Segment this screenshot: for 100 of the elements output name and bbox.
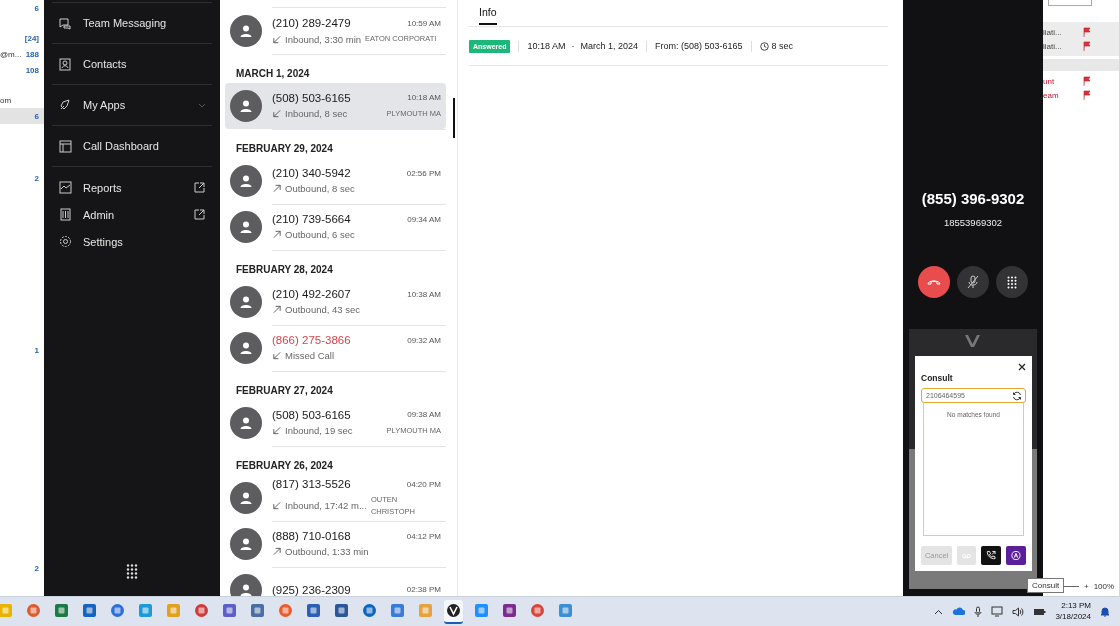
date-header: FEBRUARY 28, 2024: [235, 263, 334, 277]
nav-item[interactable]: My Apps: [52, 85, 212, 125]
zoom-in-button[interactable]: +: [1084, 582, 1089, 591]
call-time: 10:18 AM: [407, 93, 441, 103]
dialed-digits: 18553969302: [943, 217, 1003, 228]
call-time: 04:20 PM: [406, 479, 441, 489]
call-detail: Inbound, 8 sec: [285, 108, 348, 119]
nav-item[interactable]: Settings: [52, 228, 212, 255]
clock-date[interactable]: 3/18/2024: [1055, 611, 1091, 622]
call-detail: Outbound, 1:33 min: [285, 546, 369, 557]
transfer-call-button[interactable]: [981, 546, 1002, 565]
chat-bubbles-icon: [58, 15, 73, 31]
message-subject: unt: [1043, 76, 1055, 86]
call-item[interactable]: (210) 492-2607 10:38 AM Outbound, 43 sec: [225, 279, 446, 325]
message-subject: liati...: [1043, 27, 1062, 37]
phone-number: (210) 289-2479: [272, 17, 351, 30]
contact-card-icon: [58, 56, 73, 72]
phone-number: (508) 503-6165: [272, 408, 351, 421]
call-detail: Missed Call: [285, 350, 335, 361]
incoming-arrow-icon: [272, 500, 282, 511]
call-item[interactable]: (210) 340-5942 02:56 PM Outbound, 8 sec: [225, 158, 446, 204]
keypad-button[interactable]: [996, 266, 1028, 298]
outgoing-arrow-icon: [272, 183, 282, 194]
avatar-icon: [230, 15, 262, 47]
call-time: 10:18 AM: [527, 41, 566, 51]
hang-up-icon: [927, 278, 941, 286]
unread-count: 188: [25, 49, 39, 59]
speaker-icon[interactable]: [1012, 606, 1025, 617]
call-detail: Outbound, 8 sec: [285, 183, 355, 194]
nav-item[interactable]: Reports: [52, 174, 212, 201]
mute-button[interactable]: [957, 266, 989, 298]
scrollbar-thumb[interactable]: [453, 98, 455, 138]
date-header: MARCH 1, 2024: [235, 67, 311, 81]
clock-icon: [759, 41, 769, 51]
clock-time[interactable]: 2:13 PM: [1061, 601, 1091, 612]
settings-icon: [58, 234, 73, 249]
external-link-icon: [193, 181, 206, 194]
hang-up-button[interactable]: [918, 266, 950, 298]
nav-item[interactable]: Team Messaging: [52, 3, 212, 43]
unread-count: 1: [34, 345, 39, 355]
call-time: 04:12 PM: [406, 531, 441, 541]
chevron-down-icon: [198, 102, 206, 108]
incoming-arrow-icon: [272, 33, 282, 45]
avatar-icon: [230, 482, 262, 514]
nav-item[interactable]: Call Dashboard: [52, 126, 212, 166]
date-header: FEBRUARY 27, 2024: [235, 384, 334, 398]
unread-count: [24]: [24, 33, 39, 43]
chevron-up-icon[interactable]: [934, 608, 944, 615]
line-chart-icon: [58, 180, 73, 195]
dialog-title: Consult: [921, 373, 954, 383]
avatar-icon: [230, 286, 262, 318]
close-icon[interactable]: [1018, 363, 1026, 371]
consult-icon: [1011, 550, 1021, 561]
call-duration: 8 sec: [771, 41, 794, 51]
dialpad-icon[interactable]: [126, 564, 138, 579]
info-tab[interactable]: Info: [479, 0, 497, 25]
nav-item[interactable]: Contacts: [52, 44, 212, 84]
call-detail: Outbound, 6 sec: [285, 229, 355, 240]
row-text: @m...: [0, 49, 22, 59]
avatar-icon: [230, 407, 262, 439]
avatar-icon: [230, 90, 262, 122]
phone-number: (210) 492-2607: [272, 288, 351, 300]
nav-item[interactable]: Admin: [52, 201, 212, 228]
call-item[interactable]: (866) 275-3866 09:32 AM Missed Call: [225, 325, 446, 371]
refresh-icon[interactable]: [1012, 390, 1022, 401]
call-item[interactable]: (888) 710-0168 04:12 PM Outbound, 1:33 min: [225, 521, 446, 567]
phone-number: (210) 739-5664: [272, 213, 351, 225]
app-icon[interactable]: [444, 599, 463, 624]
row-text: om: [0, 95, 12, 105]
call-item[interactable]: (210) 739-5664 09:34 AM Outbound, 6 sec: [225, 204, 446, 250]
message-subject: liati...: [1043, 41, 1062, 51]
phone-number: (508) 503-6165: [272, 91, 351, 104]
unread-count: 6: [34, 3, 39, 13]
incoming-arrow-icon: [272, 108, 282, 119]
call-time: 09:38 AM: [407, 410, 441, 420]
call-detail: Inbound, 17:42 m...: [285, 500, 367, 511]
outgoing-arrow-icon: [272, 229, 282, 240]
avatar-icon: [230, 211, 262, 243]
cloud-icon[interactable]: [952, 607, 966, 616]
call-time: 09:34 AM: [407, 214, 441, 224]
microphone-icon[interactable]: [974, 605, 983, 618]
call-time: 02:38 PM: [406, 585, 441, 594]
consult-button[interactable]: [1006, 546, 1026, 565]
date-header: FEBRUARY 26, 2024: [235, 459, 334, 473]
call-detail: Outbound, 43 sec: [285, 304, 360, 315]
battery-icon[interactable]: [1033, 607, 1047, 616]
incoming-arrow-icon: [272, 350, 282, 361]
flag-icon[interactable]: [1083, 27, 1091, 37]
unread-count: 108: [25, 65, 39, 75]
phone-number: (817) 313-5526: [272, 478, 351, 491]
unread-count: 6: [34, 111, 39, 121]
notification-bell-icon[interactable]: [1100, 606, 1110, 617]
flag-icon[interactable]: [1083, 41, 1091, 51]
flag-icon[interactable]: [1083, 90, 1091, 100]
flag-icon[interactable]: [1083, 76, 1091, 86]
call-time: 10:59 AM: [407, 18, 441, 28]
tooltip: Consult: [1027, 578, 1065, 593]
call-detail: Inbound, 3:30 min: [285, 33, 362, 45]
keypad-icon: [1007, 275, 1017, 289]
caller-number: From: (508) 503-6165: [655, 41, 743, 51]
